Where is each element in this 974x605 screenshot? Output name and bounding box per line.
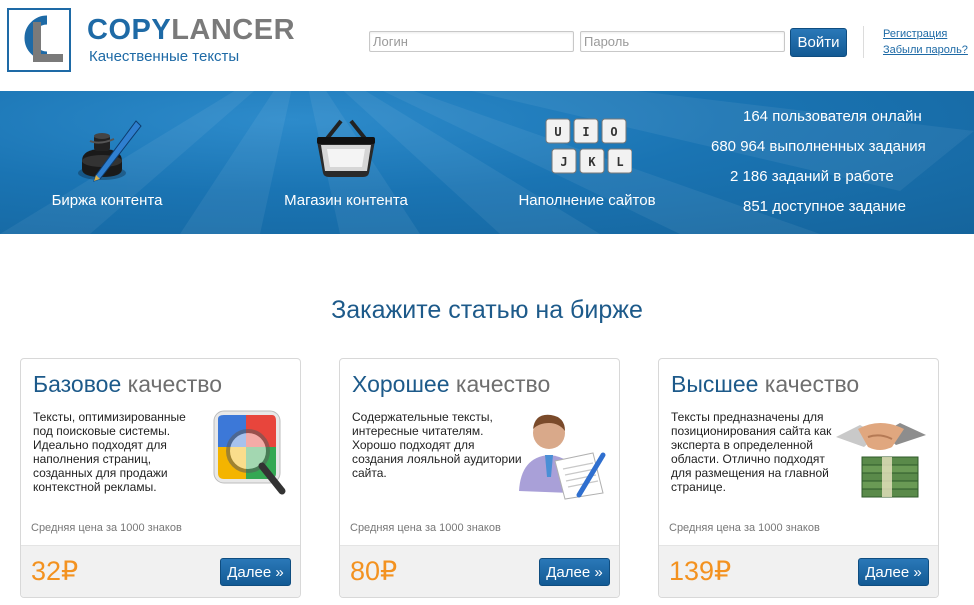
card-title-main: Базовое: [33, 371, 122, 397]
card-description: Содержательные тексты, интересные читате…: [352, 410, 522, 480]
card-price-label: Средняя цена за 1000 знаков: [669, 522, 820, 534]
card-description: Тексты, оптимизированные под поисковые с…: [33, 410, 186, 494]
card-footer: 32₽ Далее »: [21, 545, 300, 597]
writer-icon: [519, 414, 606, 500]
section-title: Закажите статью на бирже: [331, 296, 643, 324]
card-price: 32₽: [31, 556, 79, 586]
logo-part1: COPY: [87, 14, 172, 46]
feature-content-exchange[interactable]: Биржа контента: [17, 91, 197, 234]
logo-wordmark[interactable]: COPYLANCER: [87, 14, 295, 47]
basket-icon: [317, 119, 375, 177]
key-label: I: [582, 125, 589, 139]
card-price-label: Средняя цена за 1000 знаков: [31, 522, 182, 534]
header-divider: [863, 26, 864, 58]
search-engine-icon: [213, 410, 286, 495]
card-price: 80₽: [350, 556, 398, 586]
stat-completed-tasks: 680 964 выполненных задания: [711, 138, 926, 155]
forgot-password-link[interactable]: Забыли пароль?: [883, 44, 968, 56]
password-input[interactable]: [580, 31, 785, 52]
card-title-main: Хорошее: [352, 371, 450, 397]
logo-part2: LANCER: [171, 14, 296, 46]
card-title: Хорошее качество: [352, 371, 550, 398]
highest-more-button[interactable]: Далее »: [858, 558, 929, 586]
handshake-money-icon: [836, 423, 926, 498]
site-stats: 164 пользователя онлайн 680 964 выполнен…: [690, 107, 960, 227]
card-footer: 139₽ Далее »: [659, 545, 938, 597]
logo-tagline: Качественные тексты: [89, 48, 240, 65]
logo-mark-icon[interactable]: [7, 8, 71, 72]
feature-label: Биржа контента: [51, 192, 163, 209]
card-basic-quality: Базовое качество Тексты, оптимизированны…: [20, 358, 301, 598]
stat-users-online: 164 пользователя онлайн: [743, 108, 922, 125]
login-button[interactable]: Войти: [790, 28, 847, 57]
card-price: 139₽: [669, 556, 732, 586]
feature-site-filling[interactable]: U I O J K L Наполнение сайтов: [497, 91, 677, 234]
card-price-label: Средняя цена за 1000 знаков: [350, 522, 501, 534]
card-footer: 80₽ Далее »: [340, 545, 619, 597]
keyboard-keys-icon: U I O J K L: [545, 118, 632, 174]
feature-content-shop[interactable]: Магазин контента: [256, 91, 436, 234]
card-description: Тексты предназначены для позиционировани…: [671, 410, 832, 494]
login-input[interactable]: [369, 31, 574, 52]
inkwell-pen-icon: [78, 120, 142, 182]
card-title-rest: качество: [449, 371, 551, 397]
card-good-quality: Хорошее качество Содержательные тексты, …: [339, 358, 620, 598]
feature-label: Наполнение сайтов: [518, 192, 656, 209]
card-title: Высшее качество: [671, 371, 859, 398]
register-link[interactable]: Регистрация: [883, 28, 947, 40]
good-more-button[interactable]: Далее »: [539, 558, 610, 586]
site-header: COPYLANCER Качественные тексты Войти Рег…: [0, 0, 974, 90]
feature-label: Магазин контента: [284, 192, 408, 209]
card-title: Базовое качество: [33, 371, 222, 398]
features-banner: Биржа контента Магазин контента U I O J: [0, 91, 974, 234]
key-label: L: [616, 155, 623, 169]
basic-more-button[interactable]: Далее »: [220, 558, 291, 586]
key-label: K: [588, 155, 596, 169]
stat-tasks-in-progress: 2 186 заданий в работе: [730, 168, 894, 185]
card-title-rest: качество: [121, 371, 223, 397]
key-label: O: [610, 125, 617, 139]
key-label: U: [554, 125, 561, 139]
stat-available-tasks: 851 доступное задание: [743, 198, 906, 215]
card-highest-quality: Высшее качество Тексты предназначены для…: [658, 358, 939, 598]
key-label: J: [560, 155, 567, 169]
card-title-main: Высшее: [671, 371, 759, 397]
card-title-rest: качество: [758, 371, 860, 397]
